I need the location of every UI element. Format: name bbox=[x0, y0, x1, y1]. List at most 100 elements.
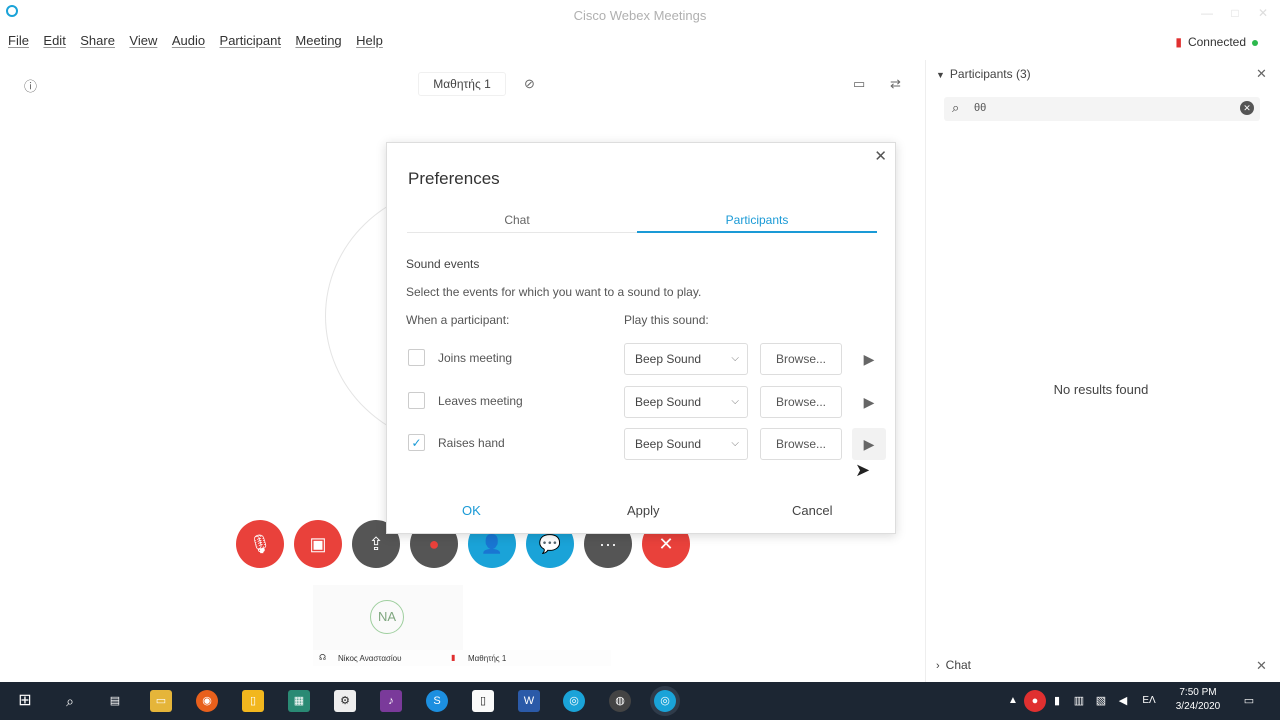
video-button[interactable]: ▣ bbox=[294, 520, 342, 568]
maximize-icon[interactable]: □ bbox=[1228, 6, 1242, 20]
thumbnail-name-bar: ☊ Νίκος Αναστασίου ▮ Μαθητής 1 bbox=[313, 650, 611, 666]
menu-share[interactable]: Share bbox=[80, 33, 115, 48]
menu-audio[interactable]: Audio bbox=[172, 33, 205, 48]
tray-volume-icon[interactable]: ◀ bbox=[1112, 690, 1134, 712]
clear-search-icon[interactable]: ✕ bbox=[1240, 101, 1254, 115]
word-icon[interactable]: W bbox=[518, 690, 540, 712]
joins-meeting-label: Joins meeting bbox=[438, 351, 513, 365]
settings-app-icon[interactable]: ⚙ bbox=[334, 690, 356, 712]
participants-panel bbox=[925, 60, 1280, 682]
taskbar-search-icon[interactable]: ⌕ bbox=[59, 690, 81, 712]
leaves-meeting-checkbox[interactable] bbox=[408, 392, 425, 409]
close-panel-icon[interactable]: ✕ bbox=[1256, 66, 1267, 82]
menu-help[interactable]: Help bbox=[356, 33, 383, 48]
leaves-browse-button[interactable]: Browse... bbox=[760, 386, 842, 418]
close-window-icon[interactable]: ✕ bbox=[1256, 6, 1270, 20]
chat-header-label: Chat bbox=[945, 658, 972, 672]
raises-hand-sound-select[interactable]: Beep Sound ⌵ bbox=[624, 428, 748, 460]
pin-icon[interactable]: ⊘ bbox=[524, 76, 535, 92]
browser-icon[interactable]: ◍ bbox=[609, 690, 631, 712]
chat-panel-header[interactable]: › Chat bbox=[936, 658, 971, 672]
menu-meeting[interactable]: Meeting bbox=[295, 33, 341, 48]
window-title: Cisco Webex Meetings bbox=[573, 8, 707, 23]
minimize-icon[interactable]: — bbox=[1200, 6, 1214, 20]
mouse-cursor-icon: ➤ bbox=[855, 460, 871, 480]
dialog-close-icon[interactable]: ✕ bbox=[874, 147, 887, 165]
section-description: Select the events for which you want to … bbox=[406, 285, 702, 299]
video-off-icon: ▣ bbox=[309, 534, 327, 554]
raises-hand-sound-value: Beep Sound bbox=[635, 437, 702, 451]
notes-app-icon[interactable]: ▯ bbox=[242, 690, 264, 712]
windows-start-icon[interactable]: ⊞ bbox=[14, 690, 36, 712]
person-icon: 👤 bbox=[480, 534, 504, 554]
tab-divider bbox=[407, 232, 637, 233]
info-icon[interactable]: ⓘ bbox=[24, 76, 37, 95]
joins-meeting-checkbox[interactable] bbox=[408, 349, 425, 366]
raises-hand-checkbox[interactable]: ✓ bbox=[408, 434, 425, 451]
joins-sound-select[interactable]: Beep Sound ⌵ bbox=[624, 343, 748, 375]
tray-language[interactable]: ΕΛ bbox=[1138, 690, 1160, 712]
avatar: NA bbox=[370, 600, 404, 634]
cancel-button[interactable]: Cancel bbox=[792, 503, 832, 518]
clock-time: 7:50 PM bbox=[1179, 687, 1217, 698]
dialog-title: Preferences bbox=[408, 169, 500, 188]
section-title: Sound events bbox=[406, 257, 480, 271]
app-icon[interactable]: ▦ bbox=[288, 690, 310, 712]
apply-button[interactable]: Apply bbox=[627, 503, 660, 518]
tray-webex-icon[interactable]: ● bbox=[1024, 690, 1046, 712]
active-speaker-name: Μαθητής 1 bbox=[418, 72, 506, 96]
joins-play-icon[interactable]: ▶ bbox=[852, 343, 886, 375]
menu-file[interactable]: File bbox=[8, 33, 29, 48]
close-chat-icon[interactable]: ✕ bbox=[1256, 658, 1267, 674]
preferences-dialog: Preferences ✕ Chat Participants Sound ev… bbox=[386, 142, 896, 534]
chevron-down-icon: ⌵ bbox=[731, 396, 739, 407]
task-view-icon[interactable]: ▤ bbox=[104, 690, 126, 712]
mute-button[interactable]: 🎙 bbox=[236, 520, 284, 568]
menu-edit[interactable]: Edit bbox=[43, 33, 65, 48]
taskbar-clock[interactable]: 7:50 PM 3/24/2020 bbox=[1168, 686, 1228, 714]
file-explorer-icon[interactable]: ▭ bbox=[150, 690, 172, 712]
ellipsis-icon: ··· bbox=[599, 534, 617, 554]
notifications-icon[interactable]: ▭ bbox=[1238, 690, 1260, 712]
raises-hand-label: Raises hand bbox=[438, 436, 505, 450]
connection-label: Connected bbox=[1187, 35, 1246, 49]
tray-wifi-icon[interactable]: ▧ bbox=[1090, 690, 1112, 712]
webex-taskbar-icon[interactable]: ◎ bbox=[563, 690, 585, 712]
menu-participant[interactable]: Participant bbox=[220, 33, 281, 48]
headset-icon: ☊ bbox=[319, 653, 327, 662]
layout-icon[interactable]: ▭ bbox=[853, 76, 865, 92]
media-app-icon[interactable]: ♪ bbox=[380, 690, 402, 712]
connection-mic-icon: ▮ bbox=[1175, 35, 1182, 49]
mic-off-icon: 🎙 bbox=[248, 534, 272, 554]
participants-header-label: Participants (3) bbox=[949, 67, 1031, 81]
muted-mic-icon: ▮ bbox=[451, 653, 456, 662]
chevron-down-icon: ⌵ bbox=[731, 438, 739, 449]
active-tab-indicator bbox=[637, 231, 877, 233]
document-icon[interactable]: ▯ bbox=[472, 690, 494, 712]
raises-hand-browse-button[interactable]: Browse... bbox=[760, 428, 842, 460]
firefox-icon[interactable]: ◉ bbox=[196, 690, 218, 712]
chevron-down-icon: ▼ bbox=[936, 70, 945, 80]
ok-button[interactable]: OK bbox=[462, 503, 481, 518]
no-results-message: No results found bbox=[1053, 382, 1149, 397]
tray-mic-icon[interactable]: ▮ bbox=[1046, 690, 1068, 712]
leaves-play-icon[interactable]: ▶ bbox=[852, 386, 886, 418]
joins-browse-button[interactable]: Browse... bbox=[760, 343, 842, 375]
tray-chevron-up-icon[interactable]: ▲ bbox=[1002, 690, 1024, 712]
leaves-sound-select[interactable]: Beep Sound ⌵ bbox=[624, 386, 748, 418]
tab-participants[interactable]: Participants bbox=[637, 213, 877, 227]
tray-network-icon[interactable]: ▥ bbox=[1068, 690, 1090, 712]
participant-search-input[interactable]: ⌕ θθ ✕ bbox=[944, 97, 1260, 121]
menu-view[interactable]: View bbox=[129, 33, 157, 48]
tab-chat[interactable]: Chat bbox=[397, 213, 637, 227]
skype-icon[interactable]: S bbox=[426, 690, 448, 712]
swap-view-icon[interactable]: ⇄ bbox=[890, 76, 901, 92]
joins-sound-value: Beep Sound bbox=[635, 352, 702, 366]
leaves-meeting-label: Leaves meeting bbox=[438, 394, 523, 408]
leaves-sound-value: Beep Sound bbox=[635, 395, 702, 409]
participants-panel-header[interactable]: ▼ Participants (3) bbox=[936, 67, 1031, 81]
menu-bar: File Edit Share View Audio Participant M… bbox=[0, 32, 385, 54]
thumbnail-left-name: Νίκος Αναστασίου bbox=[338, 654, 402, 663]
raises-hand-play-icon[interactable]: ▶ bbox=[852, 428, 886, 460]
webex-meetings-active-icon[interactable]: ◎ bbox=[654, 690, 676, 712]
